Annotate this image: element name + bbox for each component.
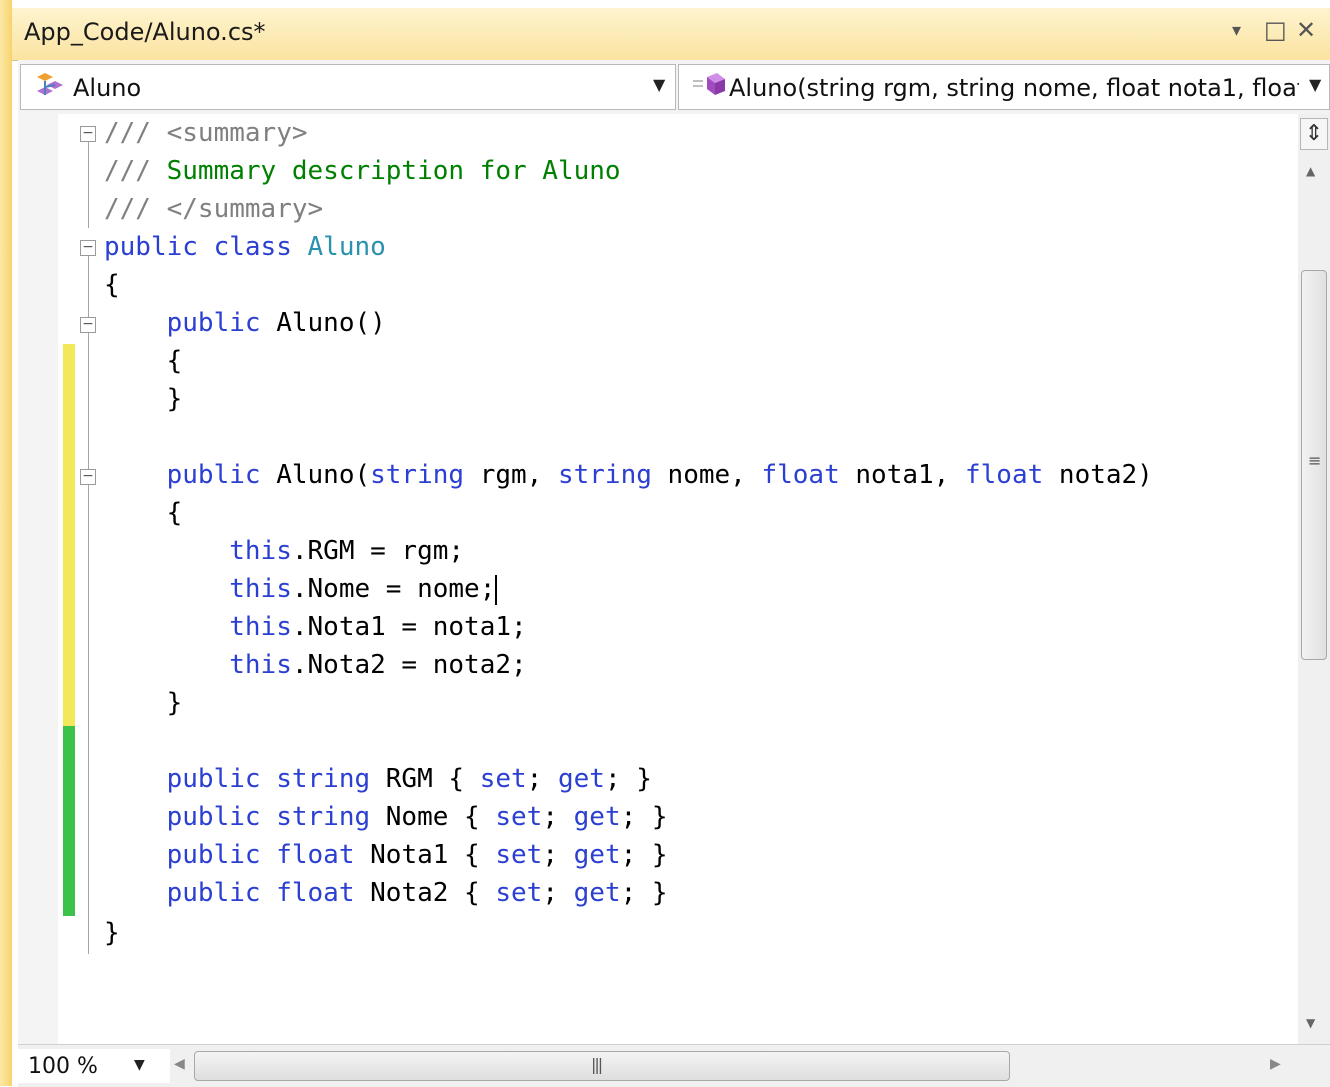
editor-statusbar: 100 % ▼ ◀ ||| ▶ [18, 1044, 1330, 1087]
code-editor[interactable]: − − − − /// <summary> /// Summary descri… [18, 114, 1298, 1044]
code-line: this.RGM = rgm; [229, 536, 465, 566]
code-line: { [166, 498, 183, 528]
code-line: public float Nota1 { set; get; } [166, 840, 668, 870]
chevron-down-icon: ▼ [653, 75, 666, 94]
indicator-margin [18, 114, 58, 1044]
window-menu-icon[interactable]: ▾ [1232, 20, 1241, 41]
code-line: { [104, 270, 120, 300]
text-caret [495, 574, 498, 605]
collapse-summary-icon[interactable]: − [80, 126, 96, 142]
outline-guide [88, 332, 89, 420]
chevron-down-icon: ▼ [134, 1057, 145, 1073]
outline-guide [88, 140, 89, 228]
horizontal-scrollbar[interactable]: ◀ ||| ▶ [170, 1049, 1310, 1083]
member-dropdown[interactable]: Aluno(string rgm, string nome, float not… [678, 64, 1330, 110]
change-marker-saved [63, 726, 75, 916]
scroll-left-icon[interactable]: ◀ [174, 1056, 185, 1072]
code-line: { [166, 346, 183, 376]
code-line: public string Nome { set; get; } [166, 802, 668, 832]
scroll-right-icon[interactable]: ▶ [1270, 1056, 1281, 1072]
class-icon [37, 73, 63, 95]
code-line: /// Summary description for Aluno [104, 156, 621, 186]
collapse-constructor2-icon[interactable]: − [80, 469, 96, 485]
code-line: public class Aluno [104, 232, 386, 262]
chevron-down-icon: ▼ [1309, 75, 1322, 94]
method-icon [693, 73, 725, 95]
code-line: public Aluno() [166, 308, 386, 338]
code-line: public Aluno(string rgm, string nome, fl… [166, 460, 1153, 490]
change-marker-unsaved [63, 344, 75, 726]
collapse-class-icon[interactable]: − [80, 240, 96, 256]
scroll-down-icon[interactable]: ▼ [1306, 1016, 1315, 1030]
document-title: App_Code/Aluno.cs* [24, 18, 266, 46]
vertical-scrollbar[interactable]: ⇕ ▲ ≡ ▼ [1298, 114, 1330, 1044]
scroll-up-icon[interactable]: ▲ [1306, 164, 1315, 178]
close-icon[interactable]: ✕ [1296, 16, 1316, 44]
zoom-value: 100 % [28, 1054, 98, 1079]
code-line: public string RGM { set; get; } [166, 764, 652, 794]
document-tab[interactable]: App_Code/Aluno.cs* ▾ □ ✕ [12, 8, 1330, 61]
outline-guide [88, 484, 89, 724]
code-line: } [166, 384, 183, 414]
horizontal-scroll-thumb[interactable]: ||| [194, 1051, 1010, 1081]
code-line: this.Nota2 = nota2; [229, 650, 527, 680]
code-line: } [166, 688, 183, 718]
class-dropdown-label: Aluno [73, 74, 142, 102]
code-line: /// </summary> [104, 194, 324, 224]
collapse-constructor-icon[interactable]: − [80, 317, 96, 333]
code-line: this.Nota1 = nota1; [229, 612, 527, 642]
maximize-icon[interactable]: □ [1264, 16, 1287, 44]
member-dropdown-label: Aluno(string rgm, string nome, float not… [729, 74, 1299, 102]
grip-icon: ||| [591, 1055, 603, 1074]
grip-icon: ≡ [1308, 451, 1322, 470]
zoom-dropdown[interactable]: 100 % ▼ [18, 1049, 170, 1083]
class-dropdown[interactable]: Aluno ▼ [20, 64, 676, 110]
window-frame [0, 0, 12, 1086]
code-line: public float Nota2 { set; get; } [166, 878, 668, 908]
code-line: this.Nome = nome; [229, 574, 498, 605]
navigation-bar: Aluno ▼ Aluno(string rgm, string nome, f… [18, 60, 1330, 115]
code-line: } [104, 918, 120, 948]
code-line: /// <summary> [104, 118, 308, 148]
vertical-scroll-thumb[interactable]: ≡ [1301, 270, 1327, 660]
split-window-icon[interactable]: ⇕ [1300, 118, 1328, 150]
